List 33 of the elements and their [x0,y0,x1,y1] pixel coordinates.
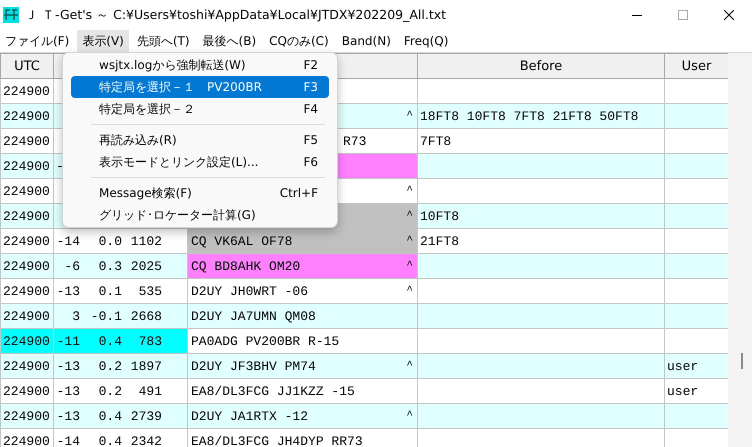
scrollbar[interactable] [728,53,752,447]
table-row[interactable]: 224900 -14 0.4 2342 EA8/DL3FCG JH4DYP RR73 [0,428,728,447]
menu-bar-item[interactable]: 表示(V) [77,30,129,52]
maximize-icon [678,10,688,20]
minimize-icon [632,14,642,16]
menu-bar-item[interactable]: Freq(Q) [398,30,454,52]
table-row[interactable]: 224900 -13 0.4 2739 D2UY JA1RTX -12 ^ [0,404,728,428]
menu-item[interactable]: wsjtx.logから強制転送(W) F2 [71,54,329,76]
menu-bar-item[interactable]: ファイル(F) [0,30,74,52]
table-row[interactable]: 224900 3 -0.1 2668 D2UY JA7UMN QM08 [0,304,728,328]
table-row[interactable]: 224900 -13 0.1 535 D2UY JH0WRT -06 ^ [0,278,728,304]
menu-bar-item[interactable]: 最後へ(B) [198,30,262,52]
column-header[interactable]: UTC [0,54,54,78]
scrollbar-thumb[interactable] [741,353,743,369]
table-row[interactable]: 224900 -14 0.0 1102 CQ VK6AL OF78 ^ 21FT8 [0,228,728,254]
table-row[interactable]: 224900 -11 0.4 783 PA0ADG PV200BR R-15 [0,328,728,354]
menu-bar-item[interactable]: CQのみ(C) [264,30,334,52]
table-row[interactable]: 224900 -13 0.2 1897 D2UY JF3BHV PM74 ^ user [0,354,728,378]
menu-bar-item[interactable]: 先頭へ(T) [132,30,195,52]
table-cell: -11 0.4 783 [54,328,188,354]
menu-bar-item[interactable]: Band(N) [336,30,396,52]
close-icon [724,10,734,20]
table-cell: 224900 [0,428,54,447]
column-header[interactable]: User [664,54,728,78]
window-title: Ｊ Ｔ-Get's ～ C:¥Users¥toshi¥AppData¥Local¥JTDX¥202209_All.txt [25,6,446,24]
table-row[interactable]: 224900 -13 0.2 491 EA8/DL3FCG JJ1KZZ -15 user [0,378,728,404]
app-icon [3,7,19,23]
table-row[interactable]: 224900 -6 0.3 2025 CQ BD8AHK OM20 ^ [0,254,728,278]
table-cell: CQ BD8AHK OM20 ^ [188,254,418,278]
table-cell: 224900 [0,328,54,354]
menu-item[interactable]: 特定局を選択－１ PV200BR F3 [71,76,329,98]
table-cell: CQ VK6AL OF78 ^ [188,228,418,254]
column-header[interactable]: Before [418,54,664,78]
